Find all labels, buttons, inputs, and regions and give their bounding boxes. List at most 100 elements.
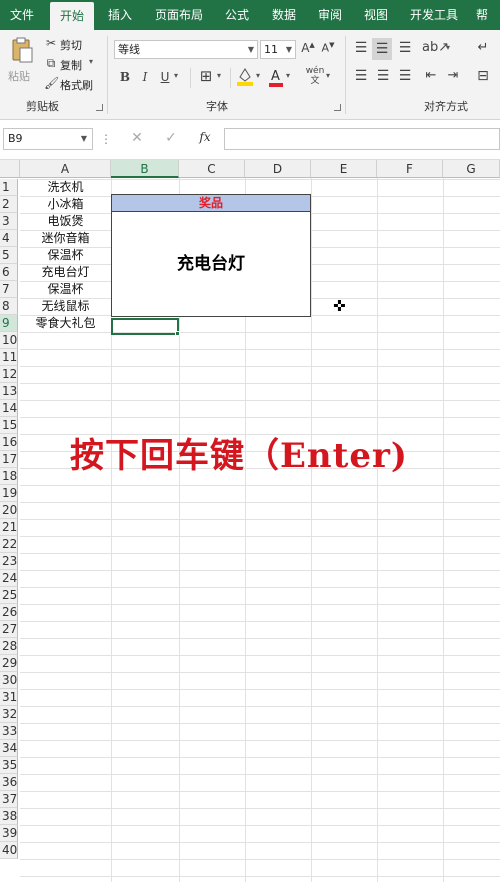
merge-center-icon[interactable]: ⊟ bbox=[474, 68, 492, 84]
row-header-6[interactable]: 6 bbox=[0, 264, 18, 281]
row-header-39[interactable]: 39 bbox=[0, 825, 18, 842]
row-header-18[interactable]: 18 bbox=[0, 468, 18, 485]
tab-page-layout[interactable]: 页面布局 bbox=[148, 0, 210, 30]
copy-dropdown-icon[interactable]: ▾ bbox=[89, 57, 93, 66]
font-color-icon[interactable]: A bbox=[268, 66, 284, 88]
column-header-g[interactable]: G bbox=[443, 160, 500, 178]
clipboard-launcher-icon[interactable] bbox=[96, 104, 103, 111]
row-header-3[interactable]: 3 bbox=[0, 213, 18, 230]
row-header-23[interactable]: 23 bbox=[0, 553, 18, 570]
copy-icon[interactable]: ⧉ bbox=[44, 56, 58, 71]
phonetic-icon[interactable]: wén 文 bbox=[304, 66, 326, 86]
row-header-10[interactable]: 10 bbox=[0, 332, 18, 349]
format-painter-icon[interactable]: 🖌 bbox=[44, 76, 59, 90]
row-header-14[interactable]: 14 bbox=[0, 400, 18, 417]
enter-check-icon[interactable]: ✓ bbox=[164, 130, 178, 146]
paste-label[interactable]: 粘贴 bbox=[8, 68, 30, 84]
increase-indent-icon[interactable]: ⇥ bbox=[444, 68, 462, 83]
bold-icon[interactable]: B bbox=[118, 70, 132, 84]
paste-icon[interactable] bbox=[10, 36, 34, 64]
row-header-7[interactable]: 7 bbox=[0, 281, 18, 298]
cell-a3[interactable]: 电饭煲 bbox=[20, 213, 111, 230]
decrease-indent-icon[interactable]: ⇤ bbox=[422, 68, 440, 83]
align-center-icon[interactable]: ☰ bbox=[374, 68, 392, 84]
tab-review[interactable]: 审阅 bbox=[308, 0, 352, 30]
row-header-35[interactable]: 35 bbox=[0, 757, 18, 774]
row-header-36[interactable]: 36 bbox=[0, 774, 18, 791]
align-right-icon[interactable]: ☰ bbox=[396, 68, 414, 84]
row-header-32[interactable]: 32 bbox=[0, 706, 18, 723]
row-header-4[interactable]: 4 bbox=[0, 230, 18, 247]
tab-data[interactable]: 数据 bbox=[262, 0, 306, 30]
tab-view[interactable]: 视图 bbox=[354, 0, 398, 30]
row-header-19[interactable]: 19 bbox=[0, 485, 18, 502]
chevron-down-icon[interactable]: ▾ bbox=[174, 71, 178, 80]
active-cell-b9[interactable] bbox=[111, 318, 179, 335]
row-header-25[interactable]: 25 bbox=[0, 587, 18, 604]
row-header-26[interactable]: 26 bbox=[0, 604, 18, 621]
cell-a6[interactable]: 充电台灯 bbox=[20, 264, 111, 281]
cell-a4[interactable]: 迷你音箱 bbox=[20, 230, 111, 247]
cell-a7[interactable]: 保温杯 bbox=[20, 281, 111, 298]
column-header-a[interactable]: A bbox=[20, 160, 111, 178]
decrease-font-icon[interactable]: A▼ bbox=[320, 41, 336, 55]
row-header-12[interactable]: 12 bbox=[0, 366, 18, 383]
row-header-17[interactable]: 17 bbox=[0, 451, 18, 468]
row-header-22[interactable]: 22 bbox=[0, 536, 18, 553]
row-header-2[interactable]: 2 bbox=[0, 196, 18, 213]
chevron-down-icon[interactable]: ▾ bbox=[446, 43, 450, 52]
formula-input[interactable] bbox=[224, 128, 500, 150]
chevron-down-icon[interactable]: ▾ bbox=[326, 71, 330, 80]
font-launcher-icon[interactable] bbox=[334, 104, 341, 111]
more-options-icon[interactable]: ⋮ bbox=[100, 132, 112, 146]
cancel-icon[interactable]: ✕ bbox=[130, 130, 144, 146]
underline-icon[interactable]: U bbox=[158, 70, 172, 84]
row-header-31[interactable]: 31 bbox=[0, 689, 18, 706]
cell-a5[interactable]: 保温杯 bbox=[20, 247, 111, 264]
row-header-11[interactable]: 11 bbox=[0, 349, 18, 366]
row-header-21[interactable]: 21 bbox=[0, 519, 18, 536]
column-header-f[interactable]: F bbox=[377, 160, 443, 178]
cut-icon[interactable]: ✂ bbox=[44, 36, 58, 50]
column-header-b[interactable]: B bbox=[111, 160, 179, 178]
row-header-34[interactable]: 34 bbox=[0, 740, 18, 757]
border-icon[interactable]: ⊞ bbox=[197, 67, 215, 85]
row-header-15[interactable]: 15 bbox=[0, 417, 18, 434]
cell-a2[interactable]: 小冰箱 bbox=[20, 196, 111, 213]
insert-function-icon[interactable]: fx bbox=[196, 130, 214, 144]
column-header-c[interactable]: C bbox=[179, 160, 245, 178]
fill-color-icon[interactable] bbox=[236, 65, 254, 87]
cell-a9[interactable]: 零食大礼包 bbox=[20, 315, 111, 332]
row-header-30[interactable]: 30 bbox=[0, 672, 18, 689]
row-header-37[interactable]: 37 bbox=[0, 791, 18, 808]
italic-icon[interactable]: I bbox=[138, 70, 152, 84]
align-middle-icon[interactable]: ☰ bbox=[372, 38, 392, 60]
worksheet-grid[interactable]: ABCDEFG 1 2 3 4 5 6 7 8 9 10 11 12 13 14 15 16 17 18 19 20 2… bbox=[0, 160, 500, 882]
row-header-5[interactable]: 5 bbox=[0, 247, 18, 264]
increase-font-icon[interactable]: A▲ bbox=[300, 41, 316, 55]
row-header-28[interactable]: 28 bbox=[0, 638, 18, 655]
row-header-9[interactable]: 9 bbox=[0, 315, 18, 332]
row-header-8[interactable]: 8 bbox=[0, 298, 18, 315]
name-box[interactable]: B9 ▼ bbox=[3, 128, 93, 150]
row-header-13[interactable]: 13 bbox=[0, 383, 18, 400]
column-header-e[interactable]: E bbox=[311, 160, 377, 178]
align-bottom-icon[interactable]: ☰ bbox=[396, 40, 414, 56]
cell-a8[interactable]: 无线鼠标 bbox=[20, 298, 111, 315]
row-header-24[interactable]: 24 bbox=[0, 570, 18, 587]
tab-formulas[interactable]: 公式 bbox=[215, 0, 259, 30]
fill-handle[interactable] bbox=[175, 331, 180, 336]
copy-button[interactable]: 复制 bbox=[60, 57, 82, 73]
row-header-40[interactable]: 40 bbox=[0, 842, 18, 859]
tab-home[interactable]: 开始 bbox=[50, 2, 94, 30]
align-top-icon[interactable]: ☰ bbox=[352, 40, 370, 56]
row-header-20[interactable]: 20 bbox=[0, 502, 18, 519]
row-header-1[interactable]: 1 bbox=[0, 179, 18, 196]
wrap-text-icon[interactable]: ↵ bbox=[474, 40, 492, 55]
cut-button[interactable]: 剪切 bbox=[60, 37, 82, 53]
font-size-select[interactable]: 11 ▼ bbox=[260, 40, 296, 59]
row-header-33[interactable]: 33 bbox=[0, 723, 18, 740]
column-header-d[interactable]: D bbox=[245, 160, 311, 178]
orientation-icon[interactable]: ab↗ bbox=[422, 40, 449, 55]
chevron-down-icon[interactable]: ▾ bbox=[286, 71, 290, 80]
